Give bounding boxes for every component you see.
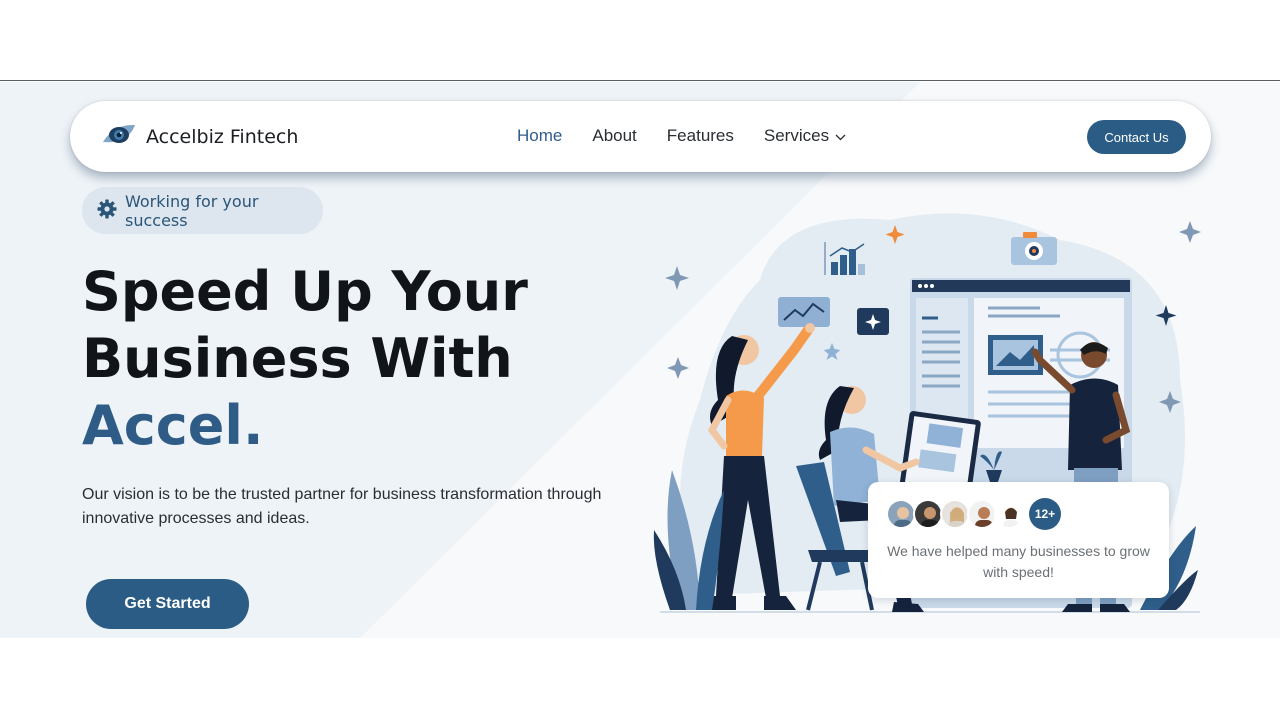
brand-name: Accelbiz Fintech <box>146 126 299 148</box>
headline-accent: Accel. <box>82 394 264 457</box>
get-started-button[interactable]: Get Started <box>86 579 249 629</box>
brand[interactable]: Accelbiz Fintech <box>102 122 298 152</box>
avatar <box>886 499 916 529</box>
main-nav: Home About Features Services <box>517 126 846 146</box>
nav-home-link[interactable]: Home <box>517 126 562 146</box>
testimonial-text: We have helped many businesses to grow w… <box>887 543 1150 580</box>
hero-badge: Working for your success <box>82 187 323 234</box>
eye-logo-icon <box>102 122 136 153</box>
testimonial-card: 12+ We have helped many businesses to gr… <box>868 482 1169 598</box>
hero-headline: Speed Up Your Business With Accel. <box>82 258 528 459</box>
avatar <box>994 499 1024 529</box>
avatar <box>967 499 997 529</box>
avatar-count-badge: 12+ <box>1029 498 1061 530</box>
nav-features-link[interactable]: Features <box>667 126 734 146</box>
avatar <box>913 499 943 529</box>
nav-services-label: Services <box>763 126 830 145</box>
headline-line-2: Business With <box>82 327 513 390</box>
badge-label: Working for your success <box>125 191 259 230</box>
navbar: Accelbiz Fintech Home About Features Ser… <box>70 101 1211 172</box>
contact-us-button[interactable]: Contact Us <box>1087 120 1186 154</box>
nav-about-link[interactable]: About <box>592 126 636 146</box>
gear-icon <box>97 199 117 223</box>
avatar <box>940 499 970 529</box>
avatar-group: 12+ <box>886 498 1061 530</box>
hero-description: Our vision is to be the trusted partner … <box>82 486 602 527</box>
bottom-band <box>0 638 1280 720</box>
headline-line-1: Speed Up Your <box>82 260 528 323</box>
nav-services-menu[interactable]: Services <box>764 126 846 146</box>
chevron-down-icon <box>835 126 846 146</box>
top-band <box>0 0 1280 81</box>
